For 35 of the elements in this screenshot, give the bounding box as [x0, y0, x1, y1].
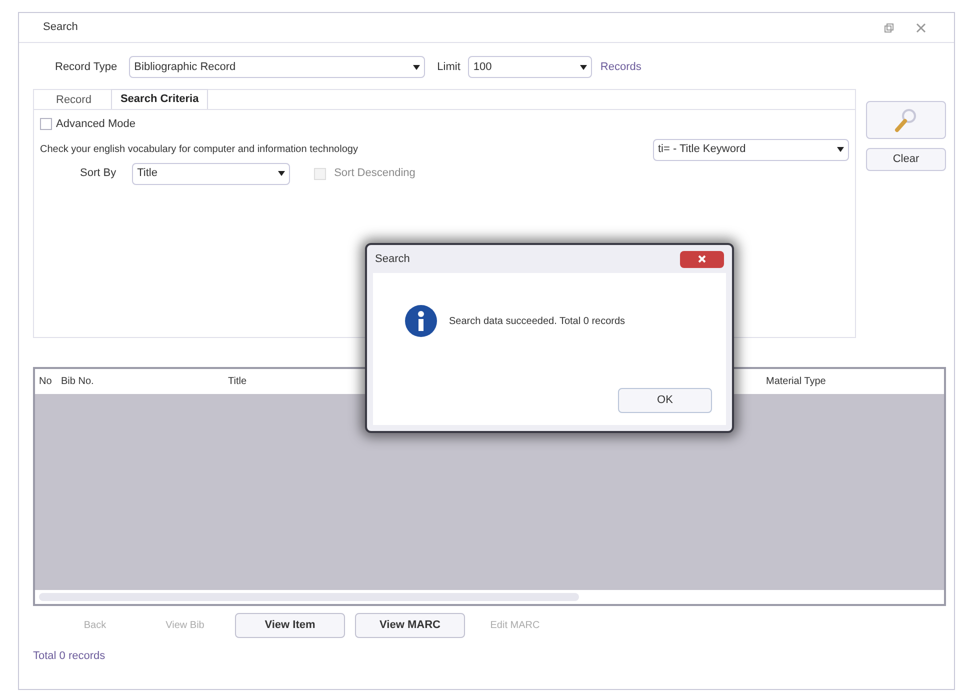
- field-label: Limit: [437, 60, 460, 75]
- dropdown-arrow-icon: [580, 64, 588, 70]
- dropdown-arrow-icon: [837, 147, 844, 152]
- checkbox-label: Advanced Mode: [56, 117, 136, 132]
- limit-dropdown[interactable]: 100: [468, 56, 592, 78]
- tab[interactable]: Record: [48, 91, 100, 109]
- restore-icon[interactable]: [884, 22, 894, 32]
- column-header[interactable]: No: [39, 374, 61, 389]
- field-label: Record Type: [55, 60, 118, 75]
- window-title: Search: [43, 20, 78, 36]
- checkbox-label: Sort Descending: [334, 166, 416, 182]
- record-type-dropdown[interactable]: Bibliographic Record: [129, 56, 426, 78]
- ok-button[interactable]: OK: [618, 388, 712, 413]
- tab[interactable]: Search Criteria: [111, 89, 208, 109]
- close-button[interactable]: [680, 250, 724, 268]
- close-icon: [698, 255, 706, 263]
- field-dropdown[interactable]: ti= - Title Keyword: [653, 138, 849, 160]
- status-text: Total 0 records: [33, 649, 106, 664]
- clear-button[interactable]: Clear: [866, 148, 946, 171]
- sort-dropdown[interactable]: Title: [132, 162, 290, 184]
- search-field[interactable]: Check your english vocabulary for computer and information technology: [40, 140, 640, 160]
- dropdown-arrow-icon: [413, 64, 420, 70]
- dialog-message: Search data succeeded. Total 0 records: [449, 314, 626, 328]
- checkbox[interactable]: [40, 118, 52, 130]
- field-label: Sort By: [80, 166, 116, 182]
- dropdown-arrow-icon: [278, 171, 286, 176]
- column-header[interactable]: Bib No.: [61, 374, 228, 389]
- action-button[interactable]: View Item: [235, 612, 345, 638]
- action-button[interactable]: View MARC: [355, 612, 465, 638]
- column-header[interactable]: Material Type: [766, 374, 926, 389]
- search-button[interactable]: [866, 101, 946, 139]
- info-icon: [405, 305, 437, 337]
- dialog-title: Search: [375, 252, 410, 267]
- close-icon[interactable]: [916, 22, 926, 32]
- records-label: Records: [600, 60, 642, 75]
